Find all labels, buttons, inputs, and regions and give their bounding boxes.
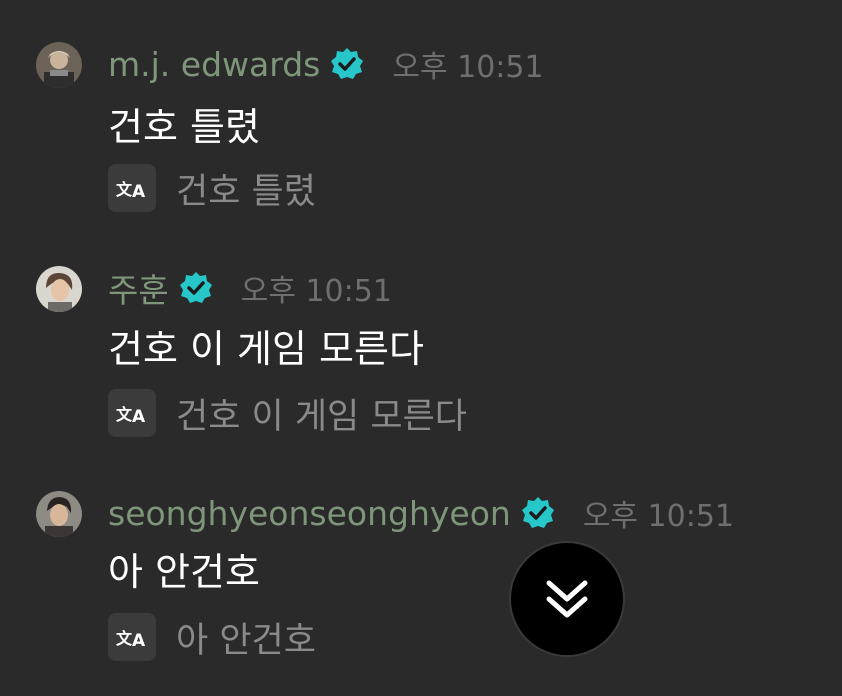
avatar[interactable] xyxy=(36,42,82,88)
username[interactable]: 주훈 xyxy=(108,264,169,312)
message-text: 건호 이 게임 모른다 xyxy=(108,327,424,371)
timestamp: 오후 10:51 xyxy=(392,50,544,85)
svg-text:文: 文 xyxy=(116,180,133,199)
username[interactable]: seonghyeonseonghyeon xyxy=(108,494,511,533)
timestamp: 오후 10:51 xyxy=(582,499,735,534)
svg-text:A: A xyxy=(132,631,146,650)
username[interactable]: m.j. edwards xyxy=(108,45,320,84)
translation-row: 文 A 아 안건호 xyxy=(108,613,316,661)
translate-button[interactable]: 文 A xyxy=(108,613,156,661)
message-header: 주훈 오후 10:51 xyxy=(108,268,392,310)
translate-icon: 文 A xyxy=(116,629,146,650)
scroll-to-bottom-button[interactable] xyxy=(509,541,625,657)
verified-badge-icon xyxy=(179,271,213,305)
timestamp: 오후 10:51 xyxy=(240,274,392,309)
translate-button[interactable]: 文 A xyxy=(108,389,156,437)
double-chevron-down-icon xyxy=(546,580,588,618)
translated-text: 건호 이 게임 모른다 xyxy=(176,396,467,437)
avatar[interactable] xyxy=(36,266,82,312)
chat-message-list[interactable]: m.j. edwards 오후 10:51 건호 틀렸 文 A 건호 틀렸 주훈… xyxy=(0,0,842,696)
translate-button[interactable]: 文 A xyxy=(108,164,156,212)
message-header: seonghyeonseonghyeon 오후 10:51 xyxy=(108,493,735,535)
message-text: 아 안건호 xyxy=(108,550,260,594)
verified-badge-icon xyxy=(330,47,364,81)
verified-badge-icon xyxy=(521,496,555,530)
message-header: m.j. edwards 오후 10:51 xyxy=(108,44,544,86)
svg-text:A: A xyxy=(132,182,146,201)
message-text: 건호 틀렸 xyxy=(108,105,260,149)
translate-icon: 文 A xyxy=(116,405,146,426)
translation-row: 文 A 건호 이 게임 모른다 xyxy=(108,389,467,437)
translate-icon: 文 A xyxy=(116,180,146,201)
translation-row: 文 A 건호 틀렸 xyxy=(108,164,316,212)
svg-text:文: 文 xyxy=(116,629,133,648)
svg-text:文: 文 xyxy=(116,405,133,424)
svg-text:A: A xyxy=(132,407,146,426)
translated-text: 아 안건호 xyxy=(176,620,316,661)
translated-text: 건호 틀렸 xyxy=(176,171,316,212)
avatar[interactable] xyxy=(36,491,82,537)
